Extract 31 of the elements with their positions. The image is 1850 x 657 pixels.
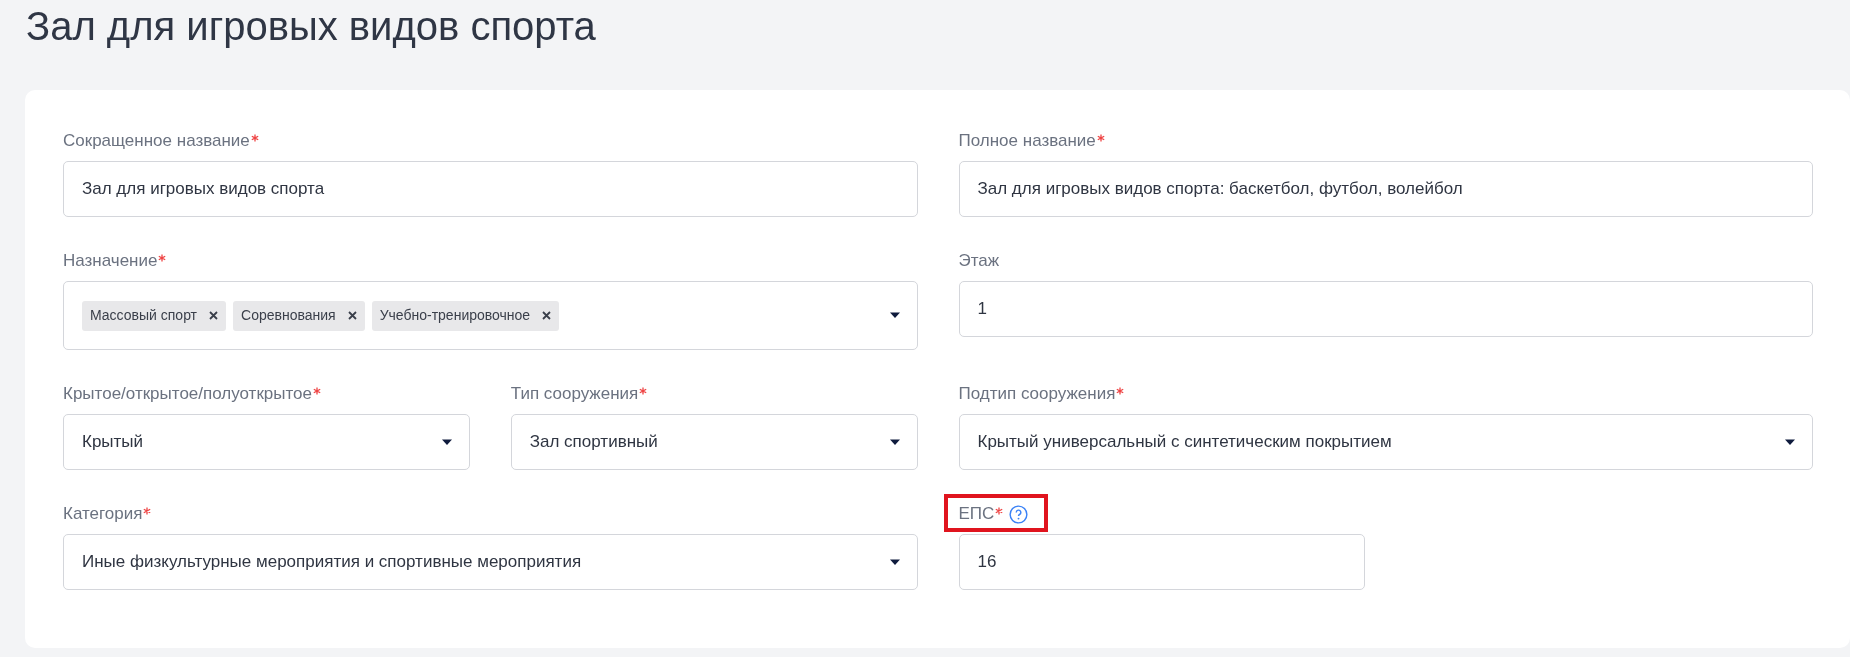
select-field[interactable]: Крытый универсальный с синтетическим покрытием: [958, 414, 1813, 470]
text-field[interactable]: Зал для игровых видов спорта: баскетбол, футбол, волейбол: [958, 161, 1813, 217]
caret-icon: [440, 438, 453, 446]
select-field[interactable]: Зал спортивный: [510, 414, 918, 470]
field-label: ЕПС: [958, 503, 995, 526]
text-field[interactable]: 16: [958, 534, 1366, 590]
tag-chip: Соревнования: [233, 300, 365, 331]
caret-icon: [888, 558, 901, 566]
remove-icon[interactable]: [209, 311, 219, 320]
caret-icon: [888, 312, 901, 319]
tag-chip: Массовый спорт: [82, 300, 227, 331]
remove-icon[interactable]: [542, 311, 552, 320]
remove-icon[interactable]: [347, 311, 357, 320]
field-label: Назначение: [63, 250, 158, 273]
text-field[interactable]: Зал для игровых видов спорта: [63, 161, 918, 217]
field-label: Этаж: [958, 250, 1000, 273]
multiselect-field[interactable]: Массовый спорт Соревнования Учебно-тренировочное: [63, 281, 918, 350]
field-label: Категория: [63, 503, 143, 526]
field-label: Крытое/открытое/полуоткрытое: [63, 383, 312, 406]
help-icon[interactable]: [1009, 504, 1029, 524]
text-field[interactable]: 1: [958, 281, 1813, 337]
tag-chip: Учебно-тренировочное: [371, 300, 560, 331]
field-label: Полное название: [958, 130, 1096, 153]
caret-icon: [888, 438, 901, 446]
field-label: Тип сооружения: [510, 383, 639, 406]
field-label: Подтип сооружения: [958, 383, 1116, 406]
field-label: Сокращенное название: [63, 130, 250, 153]
caret-icon: [1784, 438, 1796, 446]
select-field[interactable]: Иные физкультурные мероприятия и спортивные мероприятия: [63, 534, 918, 590]
page-title: Зал для игровых видов спорта: [25, 3, 597, 50]
select-field[interactable]: Крытый: [63, 414, 470, 470]
